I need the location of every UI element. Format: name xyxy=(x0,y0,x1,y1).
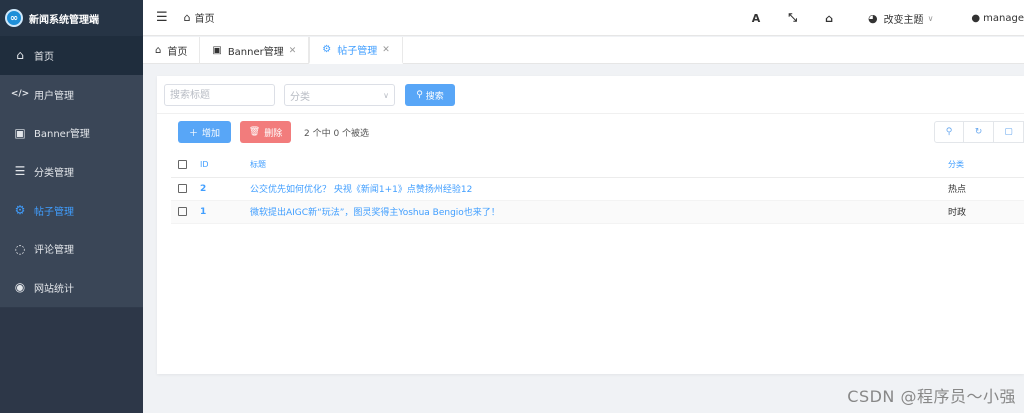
chevron-down-icon: ∨ xyxy=(927,13,934,23)
row-id: 1 xyxy=(193,200,250,224)
tab-bar: ⌂ 首页 ▣ Banner管理 ✕ ⚙ 帖子管理 ✕ xyxy=(143,37,1024,64)
plus-icon: ＋ xyxy=(188,128,198,139)
sidebar-item-label: Banner管理 xyxy=(34,129,90,141)
row-checkbox[interactable] xyxy=(178,183,187,193)
home-icon: ⌂ xyxy=(183,11,191,24)
home-icon: ⌂ xyxy=(16,48,24,63)
sidebar-item-categories[interactable]: ☰ 分类管理 xyxy=(0,152,143,191)
sidebar-item-label: 帖子管理 xyxy=(34,206,74,218)
row-select-cell xyxy=(171,177,193,201)
sidebar-filler xyxy=(0,308,143,413)
hamburger-icon[interactable]: ☰ xyxy=(156,10,168,25)
breadcrumb[interactable]: ⌂ 首页 xyxy=(184,10,215,25)
close-icon[interactable]: ✕ xyxy=(289,46,297,56)
column-header-title[interactable]: 标题 xyxy=(250,153,948,178)
sidebar-menu: ⌂ 首页 </> 用户管理 ▣ Banner管理 ☰ 分类管理 ⚙ 帖子管理 ◌… xyxy=(0,36,143,307)
select-all-cell xyxy=(171,153,193,178)
palette-icon: ◕ xyxy=(867,11,878,25)
code-icon: </> xyxy=(10,89,30,100)
theme-dropdown[interactable]: ◕ 改变主题 ∨ xyxy=(868,11,933,26)
watermark: CSDN @程序员～小强 xyxy=(847,387,1016,406)
table-row[interactable]: 1 微软提出AIGC新“玩法”，图灵奖得主Yoshua Bengio也来了！ 时… xyxy=(171,200,1024,224)
gear-icon: ⚙ xyxy=(14,203,26,218)
posts-table: ID 标题 分类 2 公交优先如何优化？ 央视《新闻1+1》点赞扬州经验12 热… xyxy=(171,153,1024,224)
search-icon: ⚲ xyxy=(945,127,953,137)
row-title-link[interactable]: 公交优先如何优化？ 央视《新闻1+1》点赞扬州经验12 xyxy=(250,177,948,201)
home-icon[interactable]: ⌂ xyxy=(825,12,833,25)
table-row[interactable]: 2 公交优先如何优化？ 央视《新闻1+1》点赞扬州经验12 热点 xyxy=(171,177,1024,201)
table-header-row: ID 标题 分类 xyxy=(171,153,1024,178)
sidebar-item-label: 用户管理 xyxy=(34,90,74,102)
comments-icon: ◌ xyxy=(14,241,26,256)
search-button[interactable]: ⚲ 搜索 xyxy=(405,84,455,106)
theme-label: 改变主题 xyxy=(883,14,924,26)
add-button-label: 增加 xyxy=(202,128,221,139)
sidebar-item-banner[interactable]: ▣ Banner管理 xyxy=(0,113,143,152)
username: manage xyxy=(983,12,1024,24)
sidebar: ∞ 新闻系统管理端 ⌂ 首页 </> 用户管理 ▣ Banner管理 ☰ 分类管… xyxy=(0,0,143,413)
sidebar-item-users[interactable]: </> 用户管理 xyxy=(0,75,143,114)
font-size-icon[interactable]: A xyxy=(752,12,761,25)
gear-icon: ⚙ xyxy=(322,44,332,55)
header-actions: A ⤡ ⌂ ◕ 改变主题 ∨ ● manage xyxy=(752,0,1024,36)
row-select-cell xyxy=(171,200,193,224)
select-all-checkbox[interactable] xyxy=(178,160,187,170)
search-title-input[interactable] xyxy=(164,84,275,106)
brand[interactable]: ∞ 新闻系统管理端 xyxy=(0,0,143,36)
refresh-icon: ↻ xyxy=(974,127,983,137)
row-checkbox[interactable] xyxy=(178,206,187,216)
sidebar-item-stats[interactable]: ◉ 网站统计 xyxy=(0,268,143,307)
row-category: 时政 xyxy=(948,200,1024,224)
selection-info: 2 个中 0 个被选 xyxy=(304,129,370,139)
category-select[interactable]: 分类 ∨ xyxy=(284,84,395,106)
tab-banner[interactable]: ▣ Banner管理 ✕ xyxy=(200,37,310,64)
row-id: 2 xyxy=(193,177,250,201)
top-header: ☰ ⌂ 首页 A ⤡ ⌂ ◕ 改变主题 ∨ ● manage xyxy=(143,0,1024,36)
app-title: 新闻系统管理端 xyxy=(29,14,99,26)
tab-label: Banner管理 xyxy=(227,47,284,58)
category-placeholder: 分类 xyxy=(290,91,310,103)
search-bar: 分类 ∨ ⚲ 搜索 xyxy=(157,76,1024,114)
fullscreen-icon[interactable]: ⤡ xyxy=(788,11,797,25)
refresh-button[interactable]: ↻ xyxy=(964,121,994,143)
user-menu[interactable]: ● manage xyxy=(971,13,1024,24)
table-tools: ⚲ ↻ ▢ xyxy=(934,121,1024,143)
globe-icon: ◉ xyxy=(14,280,26,295)
columns-icon: ▢ xyxy=(1004,127,1013,137)
sidebar-item-label: 评论管理 xyxy=(34,245,74,257)
search-toggle-button[interactable]: ⚲ xyxy=(934,121,964,143)
row-title-link[interactable]: 微软提出AIGC新“玩法”，图灵奖得主Yoshua Bengio也来了！ xyxy=(250,200,948,224)
column-header-id[interactable]: ID xyxy=(193,153,250,178)
close-icon[interactable]: ✕ xyxy=(382,45,390,55)
columns-button[interactable]: ▢ xyxy=(994,121,1024,143)
search-button-label: 搜索 xyxy=(425,91,444,102)
posts-panel: 分类 ∨ ⚲ 搜索 ＋ 增加 🗑 删除 2 个中 0 个被选 ⚲ ↻ ▢ ID … xyxy=(157,76,1024,374)
sidebar-item-posts[interactable]: ⚙ 帖子管理 xyxy=(0,191,143,230)
tab-home[interactable]: ⌂ 首页 xyxy=(143,37,201,64)
trash-icon: 🗑 xyxy=(248,127,261,137)
logo-icon: ∞ xyxy=(5,9,23,27)
delete-button-label: 删除 xyxy=(264,128,283,139)
column-header-category[interactable]: 分类 xyxy=(948,153,1024,178)
user-icon: ● xyxy=(971,12,981,24)
sidebar-item-home[interactable]: ⌂ 首页 xyxy=(0,36,143,75)
list-icon: ☰ xyxy=(14,164,26,179)
home-icon: ⌂ xyxy=(155,45,162,56)
add-button[interactable]: ＋ 增加 xyxy=(178,121,231,143)
tab-posts[interactable]: ⚙ 帖子管理 ✕ xyxy=(309,37,403,64)
breadcrumb-home: 首页 xyxy=(194,14,215,25)
row-category: 热点 xyxy=(948,177,1024,201)
image-icon: ▣ xyxy=(14,125,26,140)
search-icon: ⚲ xyxy=(416,90,423,100)
sidebar-item-comments[interactable]: ◌ 评论管理 xyxy=(0,229,143,268)
chevron-down-icon: ∨ xyxy=(383,90,389,100)
sidebar-item-label: 网站统计 xyxy=(34,283,74,295)
image-icon: ▣ xyxy=(212,45,222,56)
sidebar-item-label: 分类管理 xyxy=(34,167,74,179)
sidebar-item-label: 首页 xyxy=(34,51,54,63)
tab-label: 首页 xyxy=(167,47,188,58)
tab-label: 帖子管理 xyxy=(337,46,378,57)
delete-button[interactable]: 🗑 删除 xyxy=(240,121,291,143)
